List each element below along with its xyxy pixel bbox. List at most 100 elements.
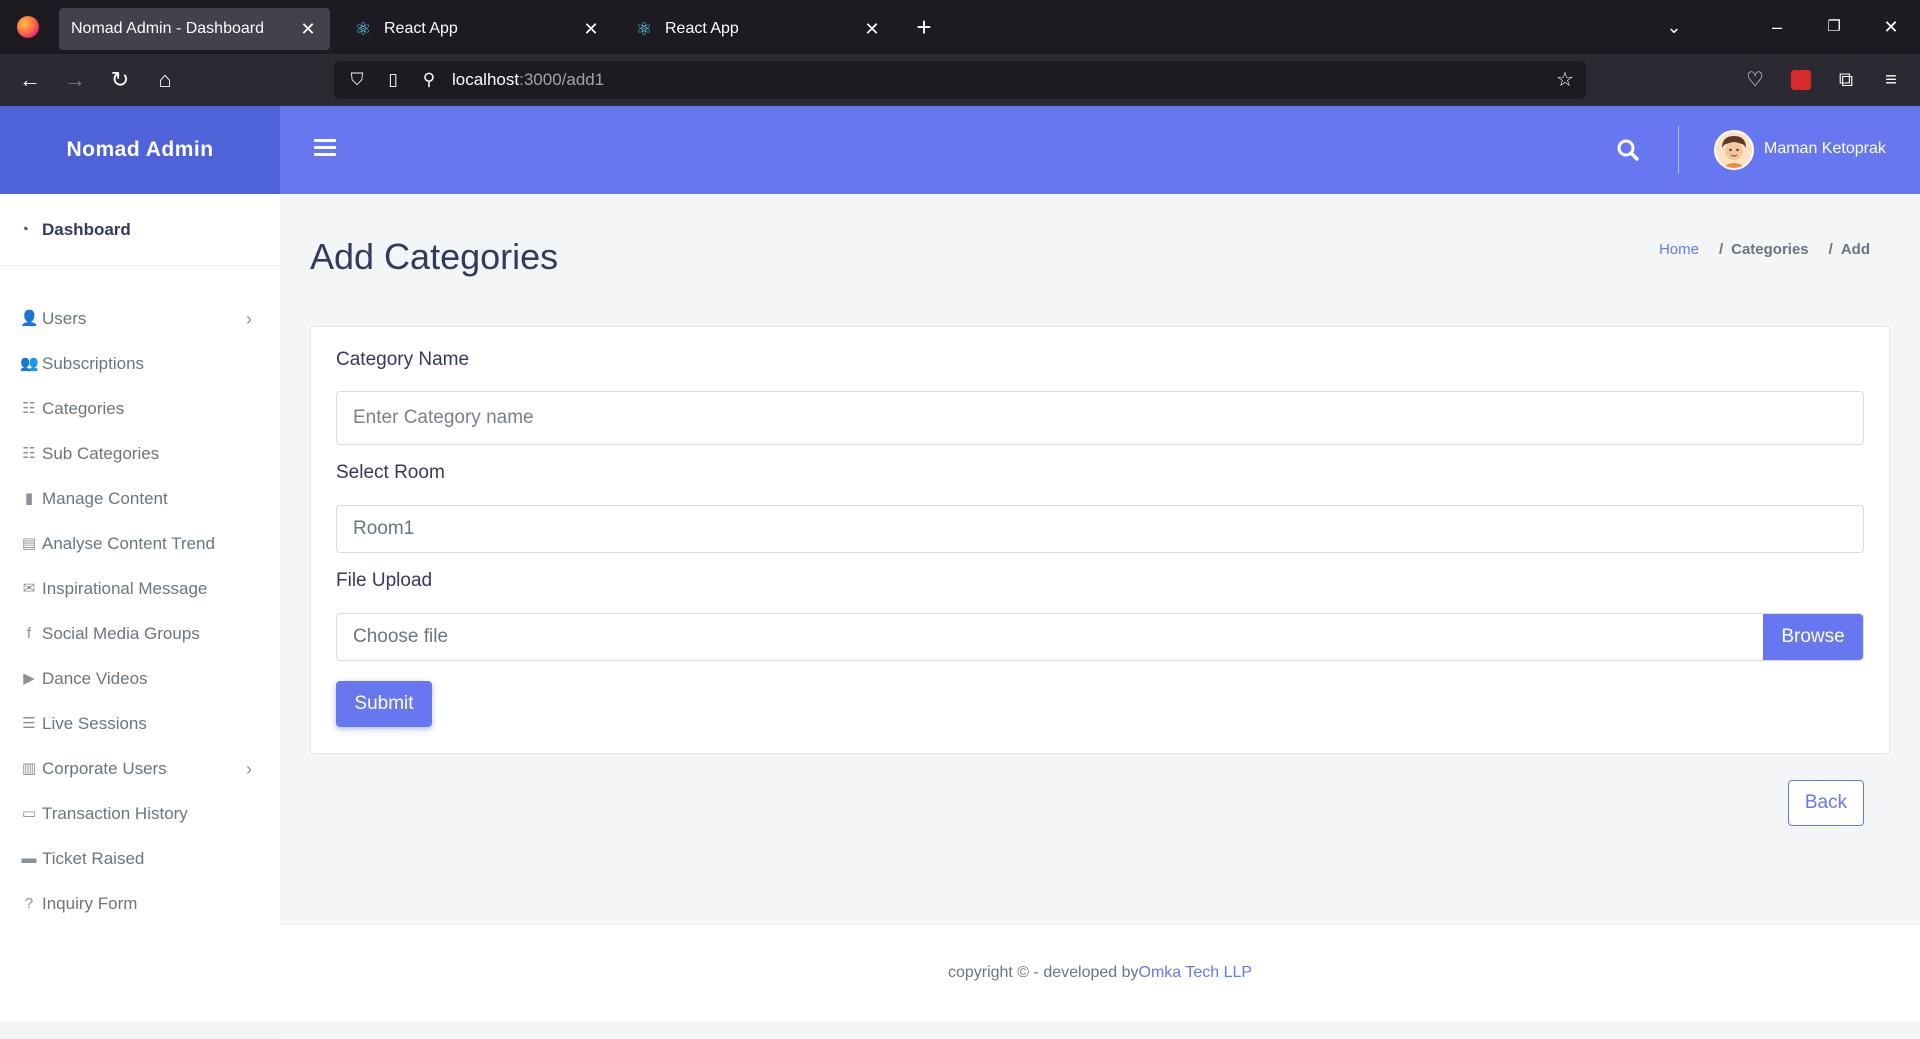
sidebar-item-sub-categories[interactable]: ☷ Sub Categories	[0, 434, 280, 474]
tab-list-chevron-icon[interactable]: ⌄	[1659, 12, 1689, 42]
top-navbar: Maman Ketoprak	[280, 106, 1920, 194]
url-host: localhost	[452, 70, 520, 89]
topbar-divider	[1678, 126, 1679, 174]
sidebar-item-label: Sub Categories	[42, 444, 160, 463]
sidebar-item-label: Social Media Groups	[42, 624, 200, 643]
back-button[interactable]: Back	[1788, 780, 1864, 826]
minimize-icon[interactable]: –	[1762, 12, 1792, 42]
browser-tab-3[interactable]: ⚛ React App ✕	[623, 8, 894, 50]
pocket-icon[interactable]: ♡	[1740, 65, 1770, 95]
file-upload-label: File Upload	[336, 570, 433, 591]
footer-company-link[interactable]: Omka Tech LLP	[1139, 964, 1253, 982]
sidebar-item-label: Transaction History	[42, 804, 188, 823]
extension-red-icon[interactable]	[1786, 65, 1816, 95]
sidebar-item-label: Live Sessions	[42, 714, 147, 733]
sidebar-item-inquiry-form[interactable]: ? Inquiry Form	[0, 884, 280, 924]
file-upload-placeholder: Choose file	[353, 626, 449, 647]
permissions-icon[interactable]: ⚲	[416, 67, 442, 93]
close-icon[interactable]: ✕	[298, 19, 318, 40]
sidebar-item-users[interactable]: 👤 Users ›	[0, 299, 280, 339]
sidebar-item-label: Subscriptions	[42, 354, 145, 373]
sidebar-item-label: Inquiry Form	[42, 894, 138, 913]
credit-card-icon: ▭	[21, 805, 37, 822]
main-content: Add Categories Home / Categories / Add C…	[280, 194, 1920, 924]
close-icon[interactable]: ✕	[862, 19, 882, 40]
browse-button[interactable]: Browse	[1763, 614, 1863, 660]
chevron-right-icon: ›	[246, 759, 252, 779]
add-category-form-card: Category Name Select Room Room1 File Upl…	[310, 326, 1890, 754]
sidebar: ◔ Dashboard 👤 Users › 👥 Subscriptions ☷ Catego…	[0, 194, 280, 1039]
user-icon: 👤	[20, 310, 39, 327]
ticket-icon: ▬	[21, 850, 37, 867]
envelope-icon: ✉	[22, 580, 36, 597]
forward-arrow-icon[interactable]: →	[60, 65, 90, 95]
sidebar-item-dance-videos[interactable]: ▶ Dance Videos	[0, 659, 280, 699]
sidebar-item-categories[interactable]: ☷ Categories	[0, 389, 280, 429]
breadcrumb: Home / Categories / Add	[1659, 241, 1870, 258]
sidebar-item-label: Corporate Users	[42, 759, 167, 778]
tab-title: React App	[384, 20, 458, 37]
home-icon[interactable]: ⌂	[150, 65, 180, 95]
avatar[interactable]	[1714, 130, 1754, 170]
window-close-icon[interactable]: ✕	[1876, 12, 1906, 42]
building-icon: ▥	[21, 760, 37, 777]
brand-logo[interactable]: Nomad Admin	[0, 106, 280, 194]
breadcrumb-current: Add	[1840, 241, 1870, 258]
browser-nav-bar: ← → ↻ ⌂ ⛉ ▯ ⚲ localhost:3000/add1 ☆ ♡ ⧉ …	[0, 54, 1920, 106]
search-icon[interactable]	[1610, 132, 1646, 168]
bars-icon: ☰	[22, 715, 36, 732]
sidebar-toggle-icon[interactable]	[314, 136, 336, 164]
category-name-input[interactable]	[336, 391, 1864, 445]
sidebar-item-social-media-groups[interactable]: f Social Media Groups	[0, 614, 280, 654]
close-icon[interactable]: ✕	[581, 19, 601, 40]
url-bar[interactable]: ⛉ ▯ ⚲ localhost:3000/add1 ☆	[334, 61, 1586, 99]
sidebar-item-label: Categories	[42, 399, 125, 418]
sidebar-item-corporate-users[interactable]: ▥ Corporate Users ›	[0, 749, 280, 789]
sidebar-item-subscriptions[interactable]: 👥 Subscriptions	[0, 344, 280, 384]
submit-button[interactable]: Submit	[336, 681, 432, 727]
sidebar-item-label: Dance Videos	[42, 669, 148, 688]
list-icon: ☷	[22, 400, 36, 417]
react-icon: ⚛	[354, 19, 372, 39]
question-circle-icon: ?	[24, 895, 34, 912]
sidebar-item-label: Inspirational Message	[42, 579, 208, 598]
sidebar-item-label: Manage Content	[42, 489, 168, 508]
breadcrumb-home-link[interactable]: Home	[1659, 241, 1699, 258]
app-root: Nomad Admin Maman Ketoprak ◔ Dashboard 👤…	[0, 106, 1920, 1039]
page-icon[interactable]: ▯	[380, 67, 406, 93]
facebook-icon: f	[26, 625, 32, 642]
firefox-icon[interactable]	[0, 0, 56, 54]
new-tab-icon[interactable]: +	[912, 12, 936, 42]
sidebar-item-live-sessions[interactable]: ☰ Live Sessions	[0, 704, 280, 744]
dashboard-icon: ◔	[20, 221, 30, 238]
sidebar-item-ticket-raised[interactable]: ▬ Ticket Raised	[0, 839, 280, 879]
list-icon: ☷	[22, 445, 36, 462]
select-room-label: Select Room	[336, 462, 445, 483]
user-name[interactable]: Maman Ketoprak	[1764, 140, 1886, 158]
breadcrumb-separator: /	[1828, 241, 1833, 258]
category-name-label: Category Name	[336, 349, 470, 370]
file-upload-input[interactable]: Choose file Browse	[336, 613, 1864, 661]
sidebar-item-analyse-content-trend[interactable]: ▤ Analyse Content Trend	[0, 524, 280, 564]
file-icon: ▮	[24, 490, 34, 507]
reload-icon[interactable]: ↻	[105, 65, 135, 95]
sidebar-item-dashboard[interactable]: ◔ Dashboard	[0, 194, 280, 266]
sidebar-item-manage-content[interactable]: ▮ Manage Content	[0, 479, 280, 519]
sidebar-item-label: Dashboard	[42, 219, 131, 239]
back-arrow-icon[interactable]: ←	[15, 65, 45, 95]
room-select[interactable]: Room1	[336, 505, 1864, 553]
browser-tab-2[interactable]: ⚛ React App ✕	[342, 8, 613, 50]
sidebar-item-transaction-history[interactable]: ▭ Transaction History	[0, 794, 280, 834]
restore-icon[interactable]: ❐	[1819, 12, 1849, 42]
browser-tab-bar: Nomad Admin - Dashboard ✕ ⚛ React App ✕ …	[0, 0, 1920, 54]
shield-icon[interactable]: ⛉	[344, 67, 370, 93]
extensions-puzzle-icon[interactable]: ⧉	[1831, 65, 1861, 95]
sidebar-item-inspirational-message[interactable]: ✉ Inspirational Message	[0, 569, 280, 609]
breadcrumb-categories: Categories	[1731, 241, 1809, 258]
bookmark-star-icon[interactable]: ☆	[1552, 67, 1578, 93]
menu-icon[interactable]: ≡	[1876, 65, 1906, 95]
play-circle-icon: ▶	[23, 670, 35, 687]
chevron-right-icon: ›	[246, 309, 252, 329]
browser-tab-1[interactable]: Nomad Admin - Dashboard ✕	[59, 8, 330, 50]
footer-text: copyright © - developed by	[947, 964, 1139, 981]
